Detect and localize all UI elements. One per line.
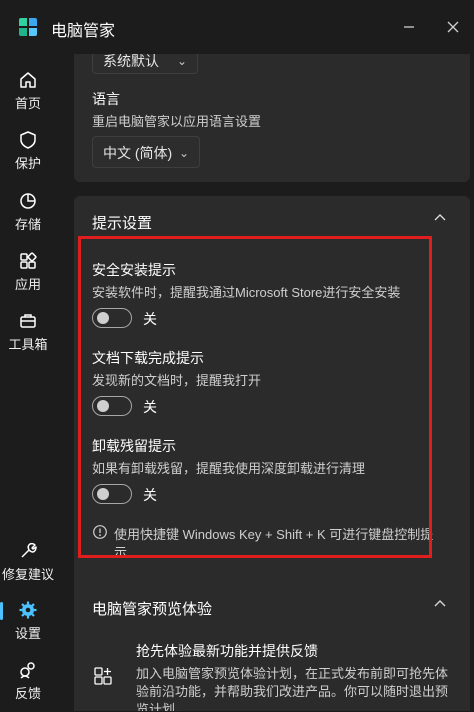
title-bar: 电脑管家	[0, 0, 474, 54]
language-card: 系统默认 ⌄ 语言 重启电脑管家以应用语言设置 中文 (简体) ⌄	[74, 54, 470, 182]
sidebar-item-label: 应用	[14, 277, 41, 292]
minimize-icon	[404, 26, 414, 28]
feedback-icon	[20, 662, 35, 679]
language-select[interactable]: 中文 (简体) ⌄	[92, 136, 200, 168]
sidebar-item-label: 修复建议	[1, 567, 54, 582]
sidebar-item-label: 保护	[14, 156, 41, 171]
chevron-down-icon: ⌄	[176, 54, 187, 68]
preview-item-title: 抢先体验最新功能并提供反馈	[136, 643, 318, 659]
sparkle-icon	[94, 667, 112, 685]
preview-program-card: 电脑管家预览体验 抢先体验最新功能并提供反馈 加入电脑管家预览体验计划，在正式发…	[74, 582, 470, 711]
collapse-button[interactable]	[430, 596, 450, 616]
sidebar-item-storage[interactable]: 存储	[0, 191, 56, 243]
wrench-icon	[21, 542, 37, 558]
chevron-down-icon: ⌄	[178, 146, 189, 160]
sidebar-item-label: 首页	[14, 96, 41, 111]
preview-item-desc-1: 加入电脑管家预览体验计划，在正式发布前即可抢先体	[136, 666, 449, 681]
sidebar-item-label: 存储	[14, 217, 41, 232]
sidebar-item-label: 反馈	[14, 686, 41, 701]
sidebar-item-label: 工具箱	[8, 337, 48, 352]
language-description: 重启电脑管家以应用语言设置	[92, 114, 262, 129]
sidebar-item-apps[interactable]: 应用	[0, 251, 56, 303]
language-title: 语言	[92, 91, 120, 107]
sidebar-item-repair[interactable]: 修复建议	[0, 541, 56, 593]
region-select-value: 系统默认	[103, 54, 159, 69]
shield-icon	[20, 131, 36, 149]
sidebar-item-home[interactable]: 首页	[0, 70, 56, 122]
sidebar-item-feedback[interactable]: 反馈	[0, 660, 56, 712]
tips-section-title: 提示设置	[92, 215, 153, 232]
highlight-box	[78, 236, 432, 558]
home-icon	[20, 72, 36, 88]
region-select[interactable]: 系统默认 ⌄	[92, 54, 198, 74]
pie-chart-icon	[20, 193, 36, 209]
app-logo-icon	[19, 18, 37, 36]
toolbox-icon	[20, 314, 36, 328]
chevron-up-icon	[434, 600, 446, 607]
sidebar-item-label: 设置	[14, 626, 41, 641]
close-button[interactable]	[440, 14, 466, 40]
preview-section-title: 电脑管家预览体验	[92, 601, 213, 618]
sidebar-item-protect[interactable]: 保护	[0, 130, 56, 182]
chevron-up-icon	[434, 214, 446, 221]
preview-item-desc-2: 验前沿功能，并帮助我们改进产品。你可以随时退出预	[136, 684, 449, 699]
preview-item-desc-3: 览计划。	[136, 702, 189, 711]
sidebar-item-toolbox[interactable]: 工具箱	[0, 311, 56, 363]
sidebar-item-settings[interactable]: 设置	[0, 600, 56, 652]
language-select-value: 中文 (简体)	[103, 145, 173, 161]
app-title: 电脑管家	[51, 23, 116, 40]
sidebar: 首页 保护 存储 应用 工具箱 修复建议 设置 反馈	[0, 54, 56, 711]
apps-icon	[20, 252, 37, 269]
close-icon	[447, 21, 459, 33]
active-indicator	[0, 602, 3, 620]
collapse-button[interactable]	[430, 210, 450, 230]
minimize-button[interactable]	[396, 14, 422, 40]
gear-icon	[19, 601, 37, 619]
